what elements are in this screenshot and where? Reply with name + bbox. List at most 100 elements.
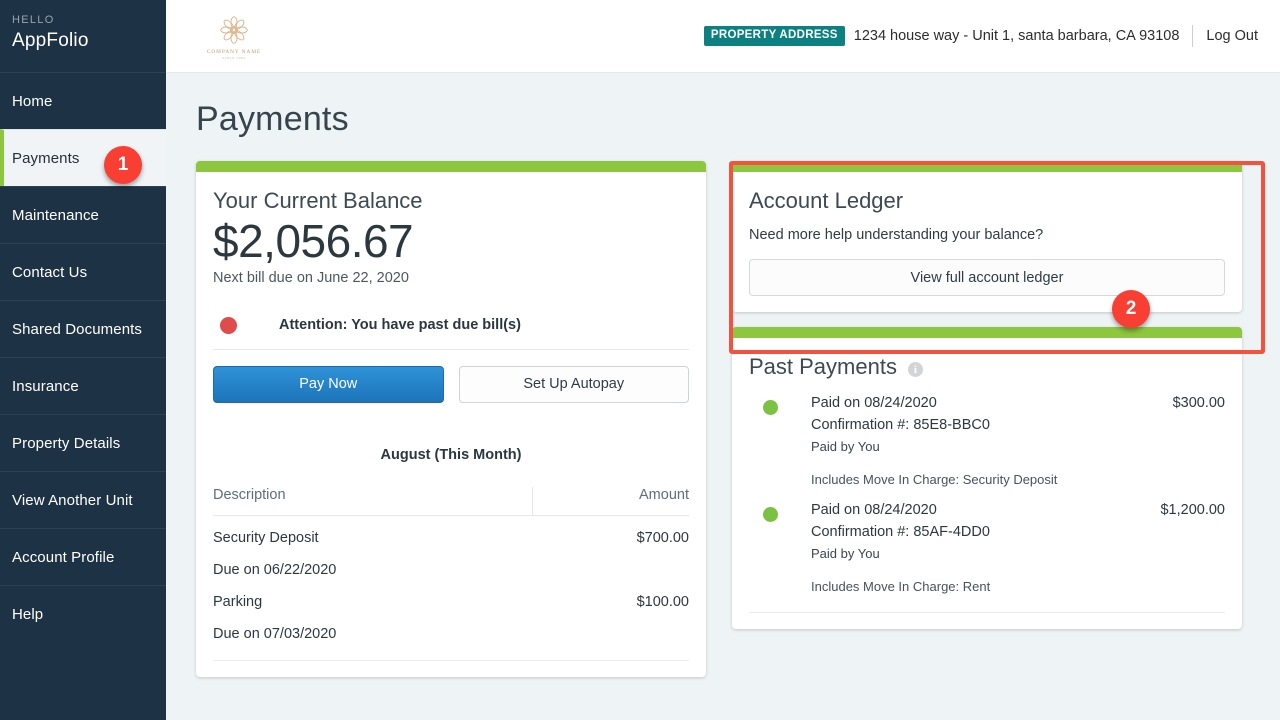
app-root: HELLO AppFolio Home Payments Maintenance… bbox=[0, 0, 1280, 720]
sidebar-item-label: Help bbox=[12, 605, 44, 623]
payment-includes: Includes Move In Charge: Rent bbox=[811, 579, 991, 594]
payment-summary-line: Paid on 08/24/2020 $300.00 bbox=[811, 395, 1225, 411]
past-payments-card: Past Payments i Paid on 08/24/2020 $300.… bbox=[732, 327, 1242, 629]
month-heading: August (This Month) bbox=[380, 446, 522, 463]
table-row: Security Deposit $700.00 bbox=[213, 515, 689, 548]
annotation-badge-2: 2 bbox=[1112, 290, 1150, 328]
property-address-badge: PROPERTY ADDRESS bbox=[703, 26, 845, 46]
current-balance-body: Your Current Balance $2,056.67 Next bill… bbox=[196, 172, 706, 677]
page-title: Payments bbox=[196, 100, 349, 138]
info-icon[interactable]: i bbox=[907, 362, 923, 377]
sidebar-item-shared-documents[interactable]: Shared Documents bbox=[0, 300, 166, 357]
payment-amount: $300.00 bbox=[1172, 395, 1225, 411]
company-logo-name: COMPANY NAME bbox=[206, 48, 262, 55]
left-column: Your Current Balance $2,056.67 Next bill… bbox=[196, 161, 706, 677]
charge-due-date: Due on 06/22/2020 bbox=[213, 561, 337, 578]
table-row-separator bbox=[213, 643, 689, 661]
payment-paid-by: Paid by You bbox=[811, 439, 880, 454]
sidebar-item-label: Property Details bbox=[12, 434, 121, 452]
charge-amount: $100.00 bbox=[636, 593, 689, 610]
account-ledger-title: Account Ledger bbox=[749, 188, 904, 213]
sidebar-item-label: Payments bbox=[12, 149, 80, 167]
sidebar-item-view-another-unit[interactable]: View Another Unit bbox=[0, 471, 166, 528]
divider bbox=[213, 348, 689, 350]
charge-due-date: Due on 07/03/2020 bbox=[213, 625, 337, 642]
sidebar: HELLO AppFolio Home Payments Maintenance… bbox=[0, 0, 166, 720]
charges-header-row: Description Amount bbox=[213, 486, 689, 516]
annotation-badge-1: 1 bbox=[104, 146, 142, 184]
sidebar-item-property-details[interactable]: Property Details bbox=[0, 414, 166, 471]
sidebar-item-help[interactable]: Help bbox=[0, 585, 166, 642]
payment-details: Paid on 08/24/2020 $300.00 Confirmation … bbox=[811, 395, 1225, 487]
past-due-text: Attention: You have past due bill(s) bbox=[279, 317, 521, 334]
sidebar-item-label: Contact Us bbox=[12, 263, 88, 281]
content-area: Payments Your Current Balance $2,056.67 … bbox=[166, 73, 1280, 720]
list-item: Paid on 08/24/2020 $1,200.00 Confirmatio… bbox=[749, 502, 1225, 594]
payment-confirmation: Confirmation #: 85AF-4DD0 bbox=[811, 524, 990, 540]
top-bar: COMPANY NAME SINCE 1984 PROPERTY ADDRESS… bbox=[166, 0, 1280, 73]
charges-table: Description Amount Security Deposit $700… bbox=[213, 486, 689, 661]
charges-table-head: Description Amount bbox=[213, 486, 689, 516]
past-payments-title: Past Payments bbox=[749, 354, 897, 379]
payment-confirmation: Confirmation #: 85E8-BBC0 bbox=[811, 417, 990, 433]
set-up-autopay-button[interactable]: Set Up Autopay bbox=[458, 365, 689, 403]
next-bill-due: Next bill due on June 22, 2020 bbox=[213, 269, 409, 286]
past-payments-header: Past Payments i bbox=[749, 354, 1225, 380]
divider bbox=[749, 612, 1225, 613]
sidebar-item-contact-us[interactable]: Contact Us bbox=[0, 243, 166, 300]
company-logo[interactable]: COMPANY NAME SINCE 1984 bbox=[196, 13, 272, 60]
sidebar-account-name: AppFolio bbox=[12, 30, 89, 51]
separator-cell bbox=[213, 643, 689, 661]
view-full-account-ledger-button[interactable]: View full account ledger bbox=[749, 259, 1225, 296]
table-row-due: Due on 07/03/2020 bbox=[213, 612, 689, 644]
company-logo-subtitle: SINCE 1984 bbox=[222, 55, 246, 60]
column-header-amount: Amount bbox=[531, 486, 689, 516]
charge-amount: $700.00 bbox=[636, 529, 689, 546]
logout-link[interactable]: Log Out bbox=[1206, 28, 1258, 44]
payment-includes: Includes Move In Charge: Security Deposi… bbox=[811, 472, 1058, 487]
sidebar-item-label: Home bbox=[12, 92, 53, 110]
list-item: Paid on 08/24/2020 $300.00 Confirmation … bbox=[749, 395, 1225, 487]
sidebar-item-account-profile[interactable]: Account Profile bbox=[0, 528, 166, 585]
sidebar-item-maintenance[interactable]: Maintenance bbox=[0, 186, 166, 243]
balance-actions: Pay Now Set Up Autopay bbox=[213, 365, 689, 403]
charges-table-body: Security Deposit $700.00 Due on 06/22/20… bbox=[213, 515, 689, 661]
past-payments-body: Past Payments i Paid on 08/24/2020 $300.… bbox=[732, 338, 1242, 629]
sidebar-item-payments[interactable]: Payments bbox=[0, 129, 166, 186]
sidebar-item-home[interactable]: Home bbox=[0, 72, 166, 129]
account-ledger-card: Account Ledger Need more help understand… bbox=[732, 161, 1242, 312]
main-area: COMPANY NAME SINCE 1984 PROPERTY ADDRESS… bbox=[166, 0, 1280, 720]
card-accent-bar bbox=[732, 327, 1242, 338]
table-row: Parking $100.00 bbox=[213, 580, 689, 612]
payment-date: Paid on 08/24/2020 bbox=[811, 502, 937, 518]
column-header-description: Description bbox=[213, 486, 533, 516]
charge-due-spacer bbox=[532, 548, 689, 580]
alert-dot-icon bbox=[220, 316, 237, 334]
current-balance-card: Your Current Balance $2,056.67 Next bill… bbox=[196, 161, 706, 677]
right-column: Account Ledger Need more help understand… bbox=[732, 161, 1242, 629]
card-accent-bar bbox=[196, 161, 706, 172]
paid-status-dot-icon bbox=[763, 507, 778, 522]
cards-columns: Your Current Balance $2,056.67 Next bill… bbox=[196, 161, 1264, 677]
sidebar-item-label: Insurance bbox=[12, 377, 79, 395]
payment-details: Paid on 08/24/2020 $1,200.00 Confirmatio… bbox=[811, 502, 1225, 594]
pay-now-button[interactable]: Pay Now bbox=[213, 365, 444, 403]
account-ledger-body: Account Ledger Need more help understand… bbox=[732, 172, 1242, 312]
charge-description: Security Deposit bbox=[213, 529, 319, 546]
balance-card-title: Your Current Balance bbox=[213, 188, 423, 213]
payment-summary-line: Paid on 08/24/2020 $1,200.00 bbox=[811, 502, 1225, 518]
sidebar-hello-label: HELLO bbox=[12, 14, 55, 26]
sidebar-item-insurance[interactable]: Insurance bbox=[0, 357, 166, 414]
payment-paid-by: Paid by You bbox=[811, 546, 880, 561]
property-address-text: 1234 house way - Unit 1, santa barbara, … bbox=[853, 28, 1180, 44]
sidebar-item-label: Shared Documents bbox=[12, 320, 143, 338]
top-bar-right: PROPERTY ADDRESS 1234 house way - Unit 1… bbox=[703, 25, 1258, 47]
payment-date: Paid on 08/24/2020 bbox=[811, 395, 937, 411]
table-row-due: Due on 06/22/2020 bbox=[213, 548, 689, 580]
account-ledger-subtitle: Need more help understanding your balanc… bbox=[749, 227, 1044, 243]
sidebar-item-label: Maintenance bbox=[12, 206, 99, 224]
charge-due-spacer bbox=[532, 612, 689, 644]
top-bar-divider bbox=[1192, 25, 1194, 47]
payment-amount: $1,200.00 bbox=[1160, 502, 1225, 518]
sidebar-item-label: Account Profile bbox=[12, 548, 115, 566]
